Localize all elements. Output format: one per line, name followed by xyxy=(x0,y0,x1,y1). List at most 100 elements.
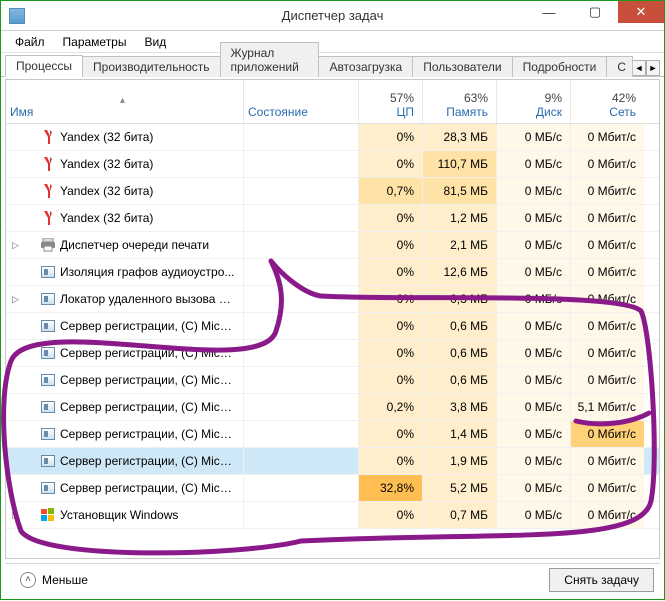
minimize-button[interactable]: — xyxy=(526,1,572,23)
yandex-icon xyxy=(40,183,56,199)
cell-disk: 0 МБ/с xyxy=(496,205,570,231)
title-bar: Диспетчер задач — ▢ ✕ xyxy=(1,1,664,31)
expand-icon[interactable]: ▷ xyxy=(10,240,21,251)
cell-cpu: 32,8% xyxy=(358,475,422,501)
process-name: Локатор удаленного вызова п... xyxy=(60,292,235,306)
service-icon xyxy=(40,399,56,415)
tab-performance[interactable]: Производительность xyxy=(82,56,220,77)
service-icon xyxy=(40,372,56,388)
cell-state xyxy=(243,340,358,366)
maximize-button[interactable]: ▢ xyxy=(572,1,618,23)
cell-disk: 0 МБ/с xyxy=(496,313,570,339)
fewer-details-button[interactable]: ˄ Меньше xyxy=(11,568,97,592)
close-button[interactable]: ✕ xyxy=(618,1,664,23)
column-state[interactable]: Состояние xyxy=(243,80,358,123)
cell-name: Yandex (32 бита) xyxy=(6,151,243,177)
process-name: Изоляция графов аудиоустро... xyxy=(60,265,235,279)
tab-processes[interactable]: Процессы xyxy=(5,55,83,77)
windows-installer-icon xyxy=(40,507,56,523)
menu-view[interactable]: Вид xyxy=(136,33,174,51)
cell-mem: 81,5 МБ xyxy=(422,178,496,204)
cell-name: Yandex (32 бита) xyxy=(6,178,243,204)
cell-cpu: 0% xyxy=(358,124,422,150)
column-disk[interactable]: 9% Диск xyxy=(496,80,570,123)
cell-net: 0 Мбит/с xyxy=(570,178,644,204)
cell-name: Сервер регистрации, (C) Micro... xyxy=(6,421,243,447)
menu-file[interactable]: Файл xyxy=(7,33,53,51)
cell-name: Сервер регистрации, (C) Micro... xyxy=(6,340,243,366)
service-icon xyxy=(40,318,56,334)
table-row[interactable]: Сервер регистрации, (C) Micro...0%1,4 МБ… xyxy=(6,421,659,448)
cell-net: 0 Мбит/с xyxy=(570,313,644,339)
process-name: Диспетчер очереди печати xyxy=(60,238,235,252)
table-row[interactable]: Yandex (32 бита)0,7%81,5 МБ0 МБ/с0 Мбит/… xyxy=(6,178,659,205)
printer-icon xyxy=(40,237,56,253)
tab-services[interactable]: С xyxy=(606,56,633,77)
cell-mem: 0,7 МБ xyxy=(422,502,496,528)
column-cpu[interactable]: 57% ЦП xyxy=(358,80,422,123)
cell-name: ▷ Локатор удаленного вызова п... xyxy=(6,286,243,312)
cell-mem: 1,9 МБ xyxy=(422,448,496,474)
cell-disk: 0 МБ/с xyxy=(496,475,570,501)
table-row[interactable]: Сервер регистрации, (C) Micro...0%0,6 МБ… xyxy=(6,313,659,340)
expand-icon[interactable]: ▷ xyxy=(10,510,21,521)
cell-net: 0 Мбит/с xyxy=(570,205,644,231)
yandex-icon xyxy=(40,156,56,172)
table-row[interactable]: ▷Установщик Windows0%0,7 МБ0 МБ/с0 Мбит/… xyxy=(6,502,659,529)
table-row[interactable]: Yandex (32 бита)0%28,3 МБ0 МБ/с0 Мбит/с xyxy=(6,124,659,151)
table-row[interactable]: Yandex (32 бита)0%1,2 МБ0 МБ/с0 Мбит/с xyxy=(6,205,659,232)
cell-disk: 0 МБ/с xyxy=(496,448,570,474)
cell-mem: 2,1 МБ xyxy=(422,232,496,258)
tab-users[interactable]: Пользователи xyxy=(412,56,512,77)
column-name[interactable]: ▴ Имя xyxy=(6,80,243,123)
expand-icon[interactable]: ▷ xyxy=(10,294,21,305)
cell-state xyxy=(243,367,358,393)
menu-options[interactable]: Параметры xyxy=(55,33,135,51)
cell-net: 0 Мбит/с xyxy=(570,340,644,366)
cell-net: 5,1 Мбит/с xyxy=(570,394,644,420)
cell-state xyxy=(243,394,358,420)
table-row[interactable]: ▷Диспетчер очереди печати0%2,1 МБ0 МБ/с0… xyxy=(6,232,659,259)
cell-name: Изоляция графов аудиоустро... xyxy=(6,259,243,285)
end-task-button[interactable]: Снять задачу xyxy=(549,568,654,592)
cell-mem: 110,7 МБ xyxy=(422,151,496,177)
process-rows[interactable]: Yandex (32 бита)0%28,3 МБ0 МБ/с0 Мбит/сY… xyxy=(6,124,659,558)
process-name: Yandex (32 бита) xyxy=(60,157,235,171)
column-network[interactable]: 42% Сеть xyxy=(570,80,644,123)
column-headers: ▴ Имя Состояние 57% ЦП 63% Память 9% Дис… xyxy=(6,80,659,124)
table-row[interactable]: Изоляция графов аудиоустро...0%12,6 МБ0 … xyxy=(6,259,659,286)
cell-name: ▷Установщик Windows xyxy=(6,502,243,528)
cell-cpu: 0,7% xyxy=(358,178,422,204)
sort-indicator-icon: ▴ xyxy=(10,95,235,105)
process-name: Сервер регистрации, (C) Micro... xyxy=(60,481,235,495)
cell-cpu: 0% xyxy=(358,286,422,312)
process-name: Yandex (32 бита) xyxy=(60,211,235,225)
tab-startup[interactable]: Автозагрузка xyxy=(318,56,413,77)
table-row[interactable]: Yandex (32 бита)0%110,7 МБ0 МБ/с0 Мбит/с xyxy=(6,151,659,178)
table-row[interactable]: ▷Локатор удаленного вызова п...0%0,3 МБ0… xyxy=(6,286,659,313)
tab-scroll-right[interactable]: ► xyxy=(646,60,660,76)
tab-app_history[interactable]: Журнал приложений xyxy=(220,42,320,77)
table-row[interactable]: Сервер регистрации, (C) Micro...0%1,9 МБ… xyxy=(6,448,659,475)
cell-cpu: 0% xyxy=(358,340,422,366)
table-row[interactable]: Сервер регистрации, (C) Micro...0%0,6 МБ… xyxy=(6,340,659,367)
menu-bar: Файл Параметры Вид xyxy=(1,31,664,53)
cell-net: 0 Мбит/с xyxy=(570,151,644,177)
table-row[interactable]: Сервер регистрации, (C) Micro...32,8%5,2… xyxy=(6,475,659,502)
table-row[interactable]: Сервер регистрации, (C) Micro...0%0,6 МБ… xyxy=(6,367,659,394)
window-buttons: — ▢ ✕ xyxy=(526,1,664,23)
table-row[interactable]: Сервер регистрации, (C) Micro...0,2%3,8 … xyxy=(6,394,659,421)
cell-name: Yandex (32 бита) xyxy=(6,205,243,231)
tab-details[interactable]: Подробности xyxy=(512,56,608,77)
cell-state xyxy=(243,205,358,231)
yandex-icon xyxy=(40,129,56,145)
column-memory[interactable]: 63% Память xyxy=(422,80,496,123)
cell-name: Сервер регистрации, (C) Micro... xyxy=(6,313,243,339)
cell-mem: 3,8 МБ xyxy=(422,394,496,420)
chevron-up-icon: ˄ xyxy=(20,572,36,588)
tab-scroll-left[interactable]: ◄ xyxy=(632,60,646,76)
cell-mem: 12,6 МБ xyxy=(422,259,496,285)
cell-disk: 0 МБ/с xyxy=(496,340,570,366)
cell-cpu: 0% xyxy=(358,205,422,231)
cell-state xyxy=(243,475,358,501)
